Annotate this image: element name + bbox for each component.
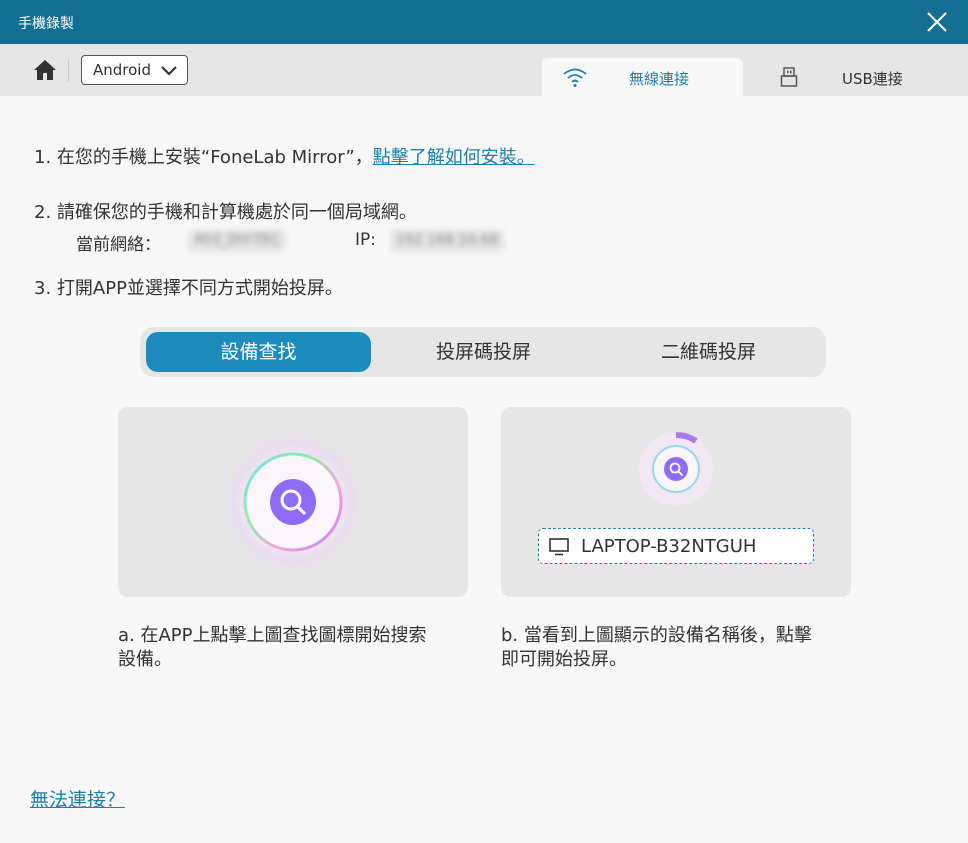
window-title: 手機錄製: [18, 16, 74, 32]
tab-usb-label: USB連接: [842, 70, 903, 88]
step-3: 3. 打開APP並選擇不同方式開始投屏。: [34, 278, 343, 299]
usb-icon: [780, 67, 798, 87]
monitor-icon: [549, 538, 569, 556]
home-icon[interactable]: [32, 58, 58, 82]
found-device-item[interactable]: LAPTOP-B32NTGUH: [538, 528, 814, 564]
mode-pin-code[interactable]: 投屏碼投屏: [371, 332, 596, 372]
toolbar-divider: [68, 60, 69, 82]
wifi-icon: [563, 68, 587, 87]
ip-value-blurred: 192.168.10.68: [390, 230, 505, 252]
mode-segmented-control: 設備查找 投屏碼投屏 二維碼投屏: [140, 327, 826, 377]
network-label: 當前網絡：: [76, 235, 161, 255]
search-illustration-card: [118, 407, 468, 597]
tab-wireless-label: 無線連接: [629, 70, 690, 88]
tab-wireless[interactable]: 無線連接: [542, 58, 743, 96]
device-found-card: LAPTOP-B32NTGUH: [501, 407, 851, 597]
caption-a: a. 在APP上點擊上圖查找圖標開始搜索 設備。: [118, 624, 468, 672]
top-toolbar: Android 無線連接 USB連接: [0, 44, 968, 96]
mode-device-search[interactable]: 設備查找: [146, 332, 371, 372]
caption-a-line2: 設備。: [118, 649, 172, 670]
tab-usb[interactable]: USB連接: [760, 58, 930, 96]
caption-a-line1: a. 在APP上點擊上圖查找圖標開始搜索: [118, 625, 427, 646]
os-select-value: Android: [93, 61, 151, 79]
step-2: 2. 請確保您的手機和計算機處於同一個局域網。: [34, 202, 417, 223]
device-name: LAPTOP-B32NTGUH: [581, 536, 757, 557]
network-value-blurred: 403_DIY-TEC: [188, 230, 287, 252]
caption-b-line1: b. 當看到上圖顯示的設備名稱後，點擊: [501, 625, 812, 646]
cannot-connect-link[interactable]: 無法連接？: [30, 785, 125, 812]
chevron-down-icon: [161, 66, 177, 76]
ip-label: IP:: [355, 230, 376, 250]
mode-qr-code[interactable]: 二維碼投屏: [596, 332, 821, 372]
searching-icon: [639, 432, 713, 506]
caption-b-line2: 即可開始投屏。: [501, 649, 627, 670]
os-select-dropdown[interactable]: Android: [81, 55, 188, 85]
install-help-link[interactable]: 點擊了解如何安裝。: [373, 147, 535, 168]
title-bar: 手機錄製: [0, 0, 968, 44]
caption-b: b. 當看到上圖顯示的設備名稱後，點擊 即可開始投屏。: [501, 624, 851, 672]
device-search-icon[interactable]: [218, 427, 368, 577]
step-1: 1. 在您的手機上安裝“FoneLab Mirror”，點擊了解如何安裝。: [34, 143, 535, 169]
step-1-text: 1. 在您的手機上安裝“FoneLab Mirror”，: [34, 147, 373, 168]
close-icon[interactable]: [926, 11, 948, 33]
